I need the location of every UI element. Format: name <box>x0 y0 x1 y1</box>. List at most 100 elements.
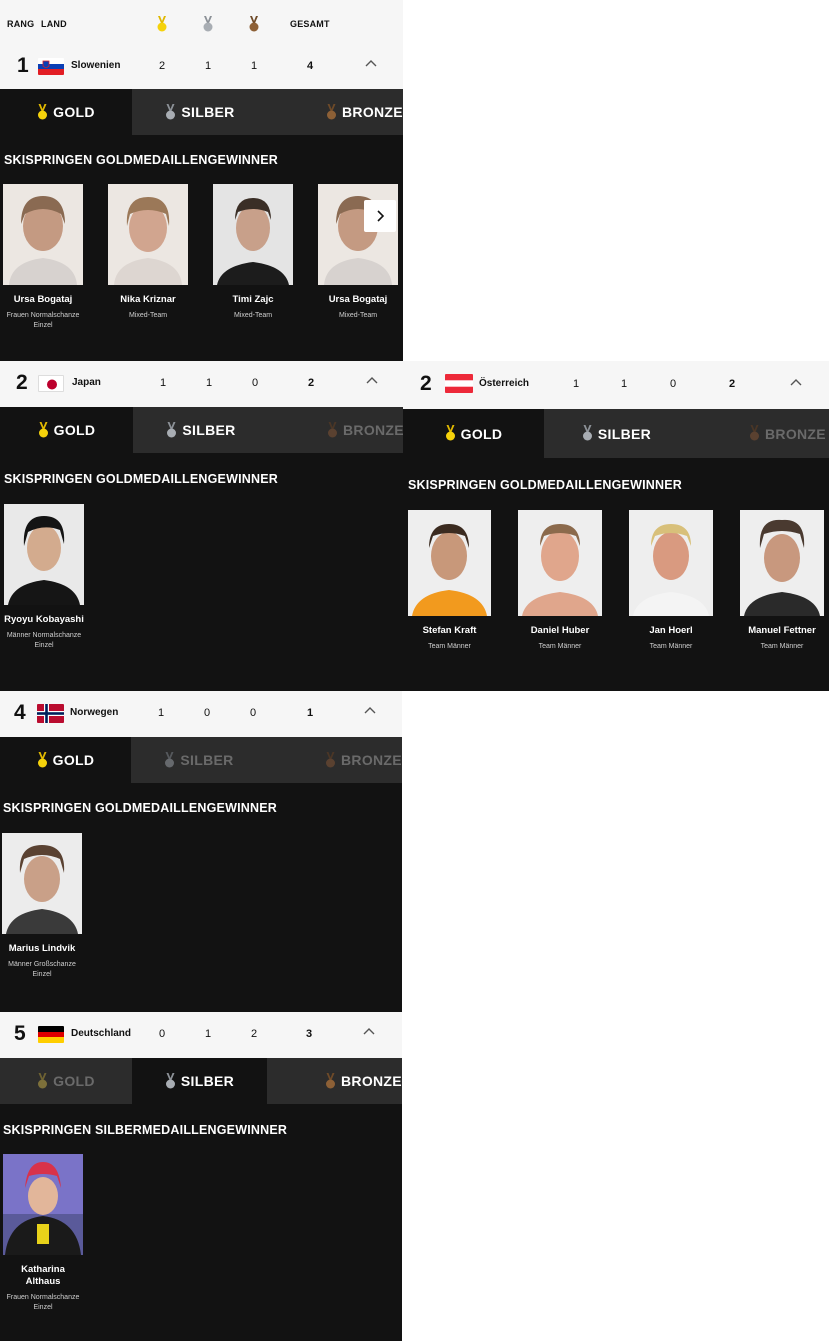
silver-medal-icon <box>165 751 175 767</box>
country-panel-slovenia: 1 Slowenien 2 1 1 4 GOLD SILBER BRONZE S… <box>0 44 403 361</box>
athlete-event: Männer Großschanze Einzel <box>8 961 76 978</box>
bronze-medal-icon <box>326 751 335 767</box>
chevron-right-icon <box>377 210 385 222</box>
section-title: SKISPRINGEN GOLDMEDAILLENGEWINNER <box>3 801 277 815</box>
tab-label: BRONZE <box>765 425 826 442</box>
tab-gold[interactable]: GOLD <box>403 409 544 458</box>
tab-silver[interactable]: SILBER <box>132 1058 267 1104</box>
country-row[interactable]: 1 Slowenien 2 1 1 4 <box>0 44 403 90</box>
tab-label: SILBER <box>180 752 234 768</box>
silver-count: 1 <box>204 1028 212 1040</box>
gold-medal-icon <box>445 425 455 441</box>
athlete-photo <box>4 504 84 605</box>
rank: 2 <box>16 371 28 394</box>
country-panel-norway: 4 Norwegen 1 0 0 1 GOLD SILBER BRONZE SK… <box>0 691 402 1012</box>
athlete-name: Katharina Althaus <box>21 1264 65 1287</box>
chevron-up-icon[interactable] <box>364 373 380 389</box>
athlete-photo <box>629 510 713 616</box>
gold-count: 0 <box>158 1028 166 1040</box>
athlete-event: Frauen Normalschanze Einzel <box>6 1294 80 1311</box>
tab-gold[interactable]: GOLD <box>0 737 131 783</box>
tab-label: SILBER <box>180 1073 235 1089</box>
rank: 1 <box>17 54 29 77</box>
athlete-card[interactable]: Daniel Huber Team Männer <box>518 510 602 652</box>
tab-label: BRONZE <box>341 1073 402 1089</box>
carousel-next-button[interactable] <box>364 200 396 232</box>
chevron-up-icon[interactable] <box>363 56 379 72</box>
gold-count: 1 <box>572 378 580 390</box>
tab-bronze: BRONZE <box>267 737 402 783</box>
athlete-event: Team Männer <box>760 643 804 650</box>
tab-bronze[interactable]: BRONZE <box>268 89 403 135</box>
athlete-card[interactable]: Stefan Kraft Team Männer <box>408 510 491 652</box>
medal-tabs: GOLD SILBER BRONZE <box>403 409 829 458</box>
tab-silver[interactable]: SILBER <box>133 407 269 453</box>
section-title: SKISPRINGEN GOLDMEDAILLENGEWINNER <box>4 472 278 486</box>
tab-label: GOLD <box>52 752 95 768</box>
country-row[interactable]: 4 Norwegen 1 0 0 1 <box>0 691 402 737</box>
athlete-card[interactable]: Katharina Althaus Frauen Normalschanze E… <box>3 1154 83 1313</box>
athlete-card[interactable]: Manuel Fettner Team Männer <box>740 510 824 652</box>
bronze-medal-icon <box>249 16 259 32</box>
chevron-up-icon[interactable] <box>788 375 804 391</box>
country-panel-austria: 2 Österreich 1 1 0 2 GOLD SILBER BRONZE … <box>403 361 829 691</box>
athlete-photo <box>108 184 188 285</box>
gold-medal-icon <box>37 751 47 767</box>
tab-label: BRONZE <box>343 422 403 438</box>
section-title: SKISPRINGEN SILBERMEDAILLENGEWINNER <box>3 1123 288 1137</box>
chevron-up-icon[interactable] <box>362 703 378 719</box>
athlete-event: Team Männer <box>649 643 693 650</box>
country-row[interactable]: 2 Österreich 1 1 0 2 <box>403 361 829 409</box>
bronze-medal-icon <box>750 425 759 441</box>
athlete-event: Team Männer <box>538 643 582 650</box>
bronze-medal-icon <box>327 103 336 119</box>
medal-tabs: GOLD SILBER BRONZE <box>0 407 403 453</box>
athlete-card[interactable]: Jan Hoerl Team Männer <box>629 510 713 652</box>
athlete-name: Manuel Fettner <box>748 625 816 636</box>
bronze-count: 1 <box>250 60 258 72</box>
silver-count: 1 <box>204 60 212 72</box>
bronze-count: 0 <box>669 378 677 390</box>
athlete-card[interactable]: Ryoyu Kobayashi Männer Normalschanze Ein… <box>4 504 84 651</box>
tab-label: GOLD <box>53 104 95 120</box>
tab-silver[interactable]: SILBER <box>132 89 268 135</box>
athlete-name: Jan Hoerl <box>649 625 693 636</box>
silver-count: 1 <box>205 377 213 389</box>
tab-label: SILBER <box>182 422 236 438</box>
silver-count: 0 <box>203 707 211 719</box>
gold-count: 2 <box>158 60 166 72</box>
athlete-card[interactable]: Timi Zajc Mixed-Team <box>213 184 293 321</box>
table-header: RANG LAND GESAMT <box>0 0 403 44</box>
gold-count: 1 <box>159 377 167 389</box>
tab-bronze[interactable]: BRONZE <box>267 1058 402 1104</box>
tab-bronze: BRONZE <box>689 409 829 458</box>
athlete-card[interactable]: Marius Lindvik Männer Großschanze Einzel <box>2 833 82 980</box>
country-row[interactable]: 5 Deutschland 0 1 2 3 <box>0 1012 402 1058</box>
tab-label: GOLD <box>460 425 503 442</box>
country-row[interactable]: 2 Japan 1 1 0 2 <box>0 361 403 407</box>
tab-gold[interactable]: GOLD <box>0 407 133 453</box>
athlete-photo <box>518 510 602 616</box>
header-total: GESAMT <box>290 19 330 29</box>
tab-gold[interactable]: GOLD <box>0 89 132 135</box>
athlete-card[interactable]: Nika Kriznar Mixed-Team <box>108 184 188 321</box>
country-panel-japan: 2 Japan 1 1 0 2 GOLD SILBER BRONZE SKISP… <box>0 361 403 691</box>
athlete-event: Team Männer <box>428 643 471 650</box>
athlete-name: Timi Zajc <box>232 294 274 305</box>
country-name: Österreich <box>479 378 530 389</box>
tab-label: GOLD <box>53 1073 95 1089</box>
section-title: SKISPRINGEN GOLDMEDAILLENGEWINNER <box>408 478 682 492</box>
medal-tabs: GOLD SILBER BRONZE <box>0 1058 402 1104</box>
bronze-count: 0 <box>251 377 259 389</box>
athlete-photo <box>3 1154 83 1255</box>
tab-label: BRONZE <box>341 752 402 768</box>
chevron-up-icon[interactable] <box>361 1024 377 1040</box>
athlete-name: Ursa Bogataj <box>13 294 73 305</box>
gold-medal-icon <box>38 1072 48 1088</box>
gold-medal-icon <box>157 16 167 32</box>
athlete-card[interactable]: Ursa Bogataj Frauen Normalschanze Einzel <box>3 184 83 331</box>
flag-japan-icon <box>38 375 64 392</box>
tab-silver[interactable]: SILBER <box>544 409 689 458</box>
silver-medal-icon <box>582 425 592 441</box>
gold-medal-icon <box>38 421 48 437</box>
